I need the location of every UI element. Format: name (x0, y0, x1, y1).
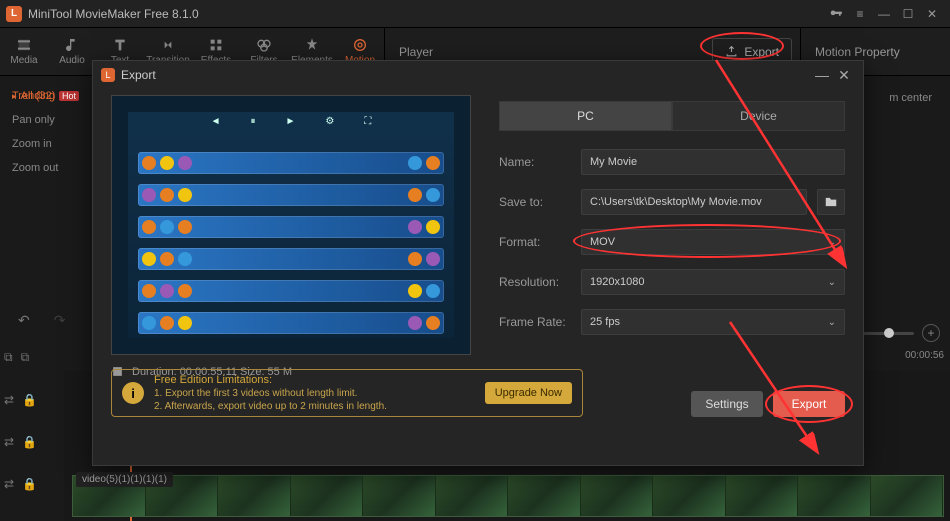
undo-button[interactable]: ↶ (18, 312, 30, 329)
timecode-duration: 00:00:56 (905, 350, 944, 361)
browse-folder-button[interactable] (817, 189, 845, 215)
menu-icon[interactable]: ≡ (848, 4, 872, 24)
label-format: Format: (499, 235, 571, 249)
redo-button[interactable]: ↷ (54, 312, 66, 329)
info-icon: i (122, 382, 144, 404)
label-resolution: Resolution: (499, 275, 571, 289)
activate-key-icon[interactable] (824, 4, 848, 24)
sidebar-item-zoomout[interactable]: Zoom out (0, 156, 90, 180)
tab-pc[interactable]: PC (499, 101, 672, 131)
dialog-titlebar: L Export — ✕ (93, 61, 863, 89)
limit-title: Free Edition Limitations: (154, 373, 475, 387)
upgrade-button[interactable]: Upgrade Now (485, 382, 572, 404)
resolution-select[interactable]: 1920x1080 ⌄ (581, 269, 845, 295)
close-icon[interactable]: ✕ (920, 4, 944, 24)
track-dup-icon[interactable]: ⧉ (21, 350, 30, 365)
label-framerate: Frame Rate: (499, 315, 571, 329)
dialog-logo-icon: L (101, 68, 115, 82)
app-title: MiniTool MovieMaker Free 8.1.0 (28, 7, 199, 21)
label-saveto: Save to: (499, 195, 571, 209)
framerate-select[interactable]: 25 fps ⌄ (581, 309, 845, 335)
video-preview: ◄⏸►⚙⛶ (111, 95, 471, 355)
limit-line1: 1. Export the first 3 videos without len… (154, 387, 475, 400)
limitations-banner: i Free Edition Limitations: 1. Export th… (111, 369, 583, 417)
limit-line2: 2. Afterwards, export video up to 2 minu… (154, 400, 475, 413)
dialog-close-icon[interactable]: ✕ (833, 67, 855, 84)
track-link-icon[interactable]: ⇄ (4, 393, 14, 407)
sidebar-item-pan[interactable]: Pan only (0, 108, 90, 132)
sidebar-item-trending[interactable]: Trending Hot (0, 84, 90, 108)
label-name: Name: (499, 155, 571, 169)
timeline-clip[interactable] (72, 475, 944, 517)
export-dialog: L Export — ✕ ◄⏸►⚙⛶ Duration: 00:0 (92, 60, 864, 466)
track-link3-icon[interactable]: ⇄ (4, 477, 14, 491)
clip-label: video(5)(1)(1)(1)(1) (76, 472, 173, 487)
zoom-in-button[interactable]: + (922, 324, 940, 342)
export-button[interactable]: Export (773, 391, 845, 417)
track-lock2-icon[interactable]: 🔒 (22, 435, 37, 449)
chevron-down-icon: ⌄ (828, 277, 836, 288)
tab-device[interactable]: Device (672, 101, 845, 131)
chevron-down-icon: ⌄ (828, 317, 836, 328)
track-lock3-icon[interactable]: 🔒 (22, 477, 37, 491)
app-logo-icon: L (6, 6, 22, 22)
tool-media[interactable]: Media (0, 28, 48, 75)
saveto-field[interactable]: C:\Users\tk\Desktop\My Movie.mov (581, 189, 807, 215)
name-field[interactable]: My Movie (581, 149, 845, 175)
minimize-icon[interactable]: — (872, 4, 896, 24)
maximize-icon[interactable]: ☐ (896, 4, 920, 24)
property-hint: m center (889, 92, 932, 104)
track-link2-icon[interactable]: ⇄ (4, 435, 14, 449)
sidebar-item-zoomin[interactable]: Zoom in (0, 132, 90, 156)
dialog-title: Export (121, 68, 156, 82)
settings-button[interactable]: Settings (691, 391, 763, 417)
hot-badge: Hot (59, 91, 79, 101)
tool-audio[interactable]: Audio (48, 28, 96, 75)
chevron-down-icon: ⌄ (828, 237, 836, 248)
titlebar: L MiniTool MovieMaker Free 8.1.0 ≡ — ☐ ✕ (0, 0, 950, 28)
track-add-icon[interactable]: ⧉ (4, 350, 13, 365)
dialog-minimize-icon[interactable]: — (811, 67, 833, 83)
format-select[interactable]: MOV ⌄ (581, 229, 845, 255)
track-lock-icon[interactable]: 🔒 (22, 393, 37, 407)
